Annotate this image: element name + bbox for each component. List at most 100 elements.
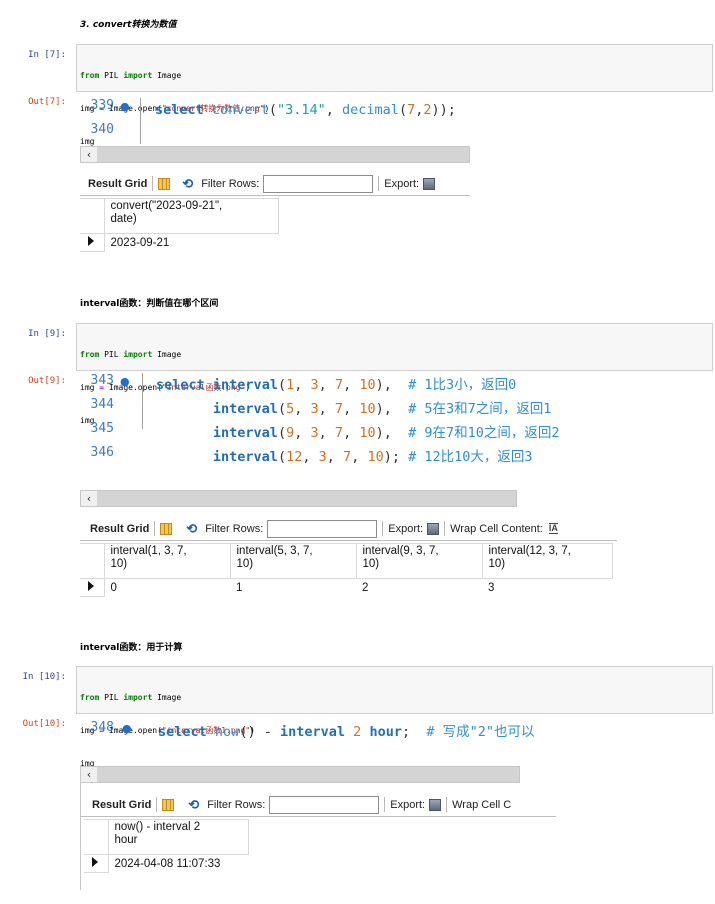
table-row[interactable]: 2023-09-21: [80, 233, 278, 252]
table-cell[interactable]: 2: [356, 579, 482, 597]
output-prompt: Out[7]:: [28, 97, 66, 107]
toolbar-divider: [156, 797, 158, 812]
result-grid: now() - interval 2 hour 2024-04-08 11:07…: [84, 819, 249, 873]
filter-rows-input[interactable]: [267, 519, 378, 538]
output-prompt: Out[9]:: [28, 376, 66, 386]
filter-rows-label: Filter Rows:: [201, 177, 260, 190]
code-cell[interactable]: from PIL import Image img = Image.open("…: [76, 323, 713, 425]
row-marker-cell: [80, 233, 105, 252]
column-header[interactable]: interval(5, 3, 7, 10): [229, 543, 357, 579]
sql-editor: 348 ● select now() - interval 2 hour; # …: [80, 720, 550, 748]
line-number: 344: [90, 397, 114, 412]
toolbar-divider: [152, 176, 154, 191]
column-header[interactable]: interval(12, 3, 7, 10): [481, 543, 613, 579]
input-prompt: In [10]:: [22, 672, 66, 682]
editor-gutter-divider: [140, 98, 141, 144]
output-prompt: Out[10]:: [22, 719, 66, 729]
refresh-icon[interactable]: ⟲: [182, 176, 193, 192]
scroll-left-arrow-icon[interactable]: ‹: [81, 147, 97, 162]
refresh-icon[interactable]: ⟲: [186, 521, 197, 537]
sql-code-line: select interval(1, 3, 7, 10), # 1比3小，返回0: [156, 377, 517, 393]
line-number: 339: [90, 98, 114, 113]
horizontal-scrollbar[interactable]: ‹: [80, 490, 517, 507]
line-number: 345: [90, 421, 114, 436]
input-prompt: In [7]:: [28, 50, 66, 60]
line-number: 343: [90, 373, 114, 388]
result-grid-tab[interactable]: Result Grid: [88, 178, 147, 190]
section-heading: interval函数：用于计算: [80, 643, 183, 653]
table-cell[interactable]: 2024-04-08 11:07:33: [108, 855, 248, 873]
sql-editor: 339 ● 340 select convert("3.14", decimal…: [80, 98, 470, 144]
horizontal-scrollbar[interactable]: ‹: [80, 766, 520, 783]
row-marker-cell: [84, 854, 109, 873]
table-header-row: now() - interval 2 hour: [84, 819, 249, 855]
toolbar-divider: [154, 521, 156, 536]
result-grid-tab[interactable]: Result Grid: [90, 523, 149, 535]
row-marker-cell: [80, 543, 105, 579]
filter-rows-input[interactable]: [263, 174, 374, 193]
code-line: from PIL import Image: [80, 350, 182, 359]
wrap-cell-label: Wrap Cell Content:: [450, 522, 543, 535]
table-cell[interactable]: 2023-09-21: [104, 234, 278, 252]
table-row[interactable]: 2024-04-08 11:07:33: [84, 854, 248, 873]
output-image-border: [80, 766, 81, 890]
code-line: from PIL import Image: [80, 71, 182, 80]
table-cell[interactable]: 3: [482, 579, 612, 597]
table-header-row: convert("2023-09-21", date): [80, 198, 279, 234]
toolbar-divider: [382, 521, 384, 536]
filter-rows-input[interactable]: [269, 795, 380, 814]
row-marker-cell: [84, 819, 109, 855]
grid-view-icon[interactable]: [158, 177, 171, 190]
line-number: 346: [90, 445, 114, 460]
column-header[interactable]: interval(1, 3, 7, 10): [103, 543, 231, 579]
row-marker-cell: [80, 198, 105, 234]
export-label: Export:: [384, 177, 420, 190]
code-line: from PIL import Image: [80, 693, 182, 702]
column-header[interactable]: interval(9, 3, 7, 10): [355, 543, 483, 579]
input-prompt: In [9]:: [28, 329, 66, 339]
column-header[interactable]: now() - interval 2 hour: [107, 819, 249, 855]
code-cell[interactable]: from PIL import Image img = Image.open("…: [76, 666, 713, 768]
current-row-arrow-icon: [92, 857, 98, 867]
editor-fold-line: [142, 373, 143, 429]
export-icon[interactable]: [429, 798, 442, 811]
wrap-cell-icon[interactable]: IA: [548, 523, 558, 534]
current-row-arrow-icon: [88, 236, 94, 246]
export-label: Export:: [390, 798, 426, 811]
sql-code-line: interval(5, 3, 7, 10), # 5在3和7之间，返回1: [212, 401, 552, 417]
result-toolbar: Result Grid ⟲ Filter Rows: Export: Wrap …: [80, 793, 556, 817]
result-grid: convert("2023-09-21", date) 2023-09-21: [80, 198, 279, 252]
code-cell[interactable]: from PIL import Image img = Image.open("…: [76, 44, 713, 146]
table-row[interactable]: 0 1 2 3: [80, 578, 612, 597]
export-label: Export:: [388, 522, 424, 535]
column-header[interactable]: convert("2023-09-21", date): [103, 198, 279, 234]
breakpoint-dot-icon: ●: [122, 722, 132, 735]
toolbar-divider: [444, 521, 446, 536]
sql-code-line: interval(12, 3, 7, 10); # 12比10大，返回3: [212, 449, 533, 465]
grid-view-icon[interactable]: [160, 522, 173, 535]
sql-editor: 343 ● 344 345 346 select interval(1, 3, …: [80, 373, 620, 469]
export-icon[interactable]: [423, 177, 436, 190]
result-grid: interval(1, 3, 7, 10) interval(5, 3, 7, …: [80, 543, 613, 597]
wrap-cell-label: Wrap Cell C: [452, 798, 512, 811]
refresh-icon[interactable]: ⟲: [188, 797, 199, 813]
line-number: 348: [90, 720, 114, 735]
table-header-row: interval(1, 3, 7, 10) interval(5, 3, 7, …: [80, 543, 613, 579]
scroll-left-arrow-icon[interactable]: ‹: [81, 491, 97, 506]
filter-rows-label: Filter Rows:: [207, 798, 266, 811]
section-heading: interval函数：判断值在哪个区间: [80, 299, 219, 309]
scroll-left-arrow-icon[interactable]: ‹: [81, 767, 97, 782]
result-grid-tab[interactable]: Result Grid: [92, 799, 151, 811]
sql-code-line: interval(9, 3, 7, 10), # 9在7和10之间，返回2: [212, 425, 560, 441]
line-number: 340: [90, 122, 114, 137]
breakpoint-dot-icon: ●: [120, 375, 130, 388]
sql-code-line: select now() - interval 2 hour; # 写成"2"也…: [158, 724, 535, 740]
toolbar-divider: [446, 797, 448, 812]
grid-view-icon[interactable]: [162, 798, 175, 811]
export-icon[interactable]: [427, 522, 440, 535]
table-cell[interactable]: 1: [230, 579, 356, 597]
section-heading: 3. convert转换为数值: [80, 20, 177, 30]
toolbar-divider: [384, 797, 386, 812]
horizontal-scrollbar[interactable]: ‹: [80, 146, 470, 163]
table-cell[interactable]: 0: [104, 579, 230, 597]
